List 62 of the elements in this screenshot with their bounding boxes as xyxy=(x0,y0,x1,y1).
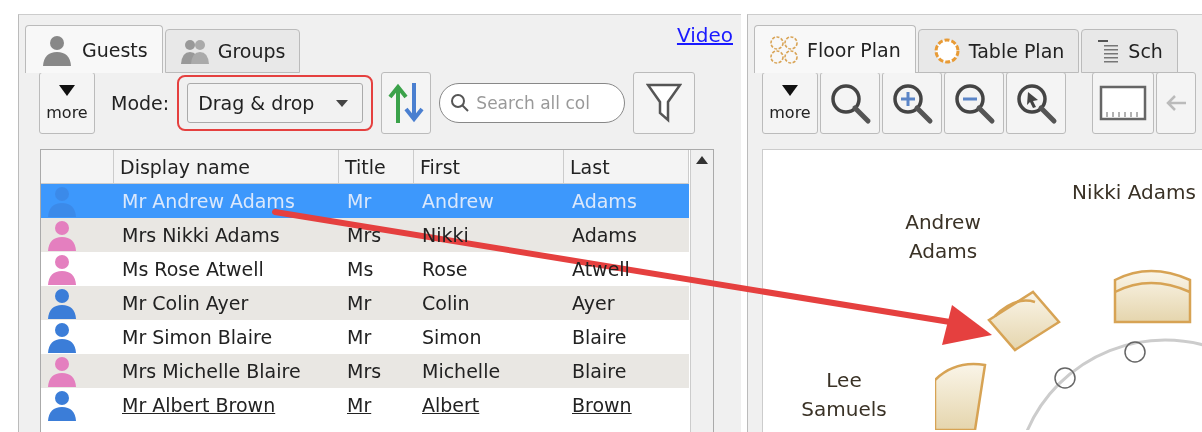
search-icon xyxy=(450,93,471,113)
sort-button[interactable] xyxy=(381,72,432,134)
table-cell: Andrew xyxy=(414,184,564,218)
tab[interactable]: Guests xyxy=(25,25,163,73)
person-icon xyxy=(45,286,79,320)
round-table-icon xyxy=(932,37,961,65)
person-icon xyxy=(45,388,79,422)
caret-icon xyxy=(336,99,349,107)
list-icon xyxy=(1096,38,1121,64)
ruler-icon xyxy=(1099,83,1147,123)
search-icon xyxy=(828,81,872,125)
table-cell: Mrs xyxy=(339,354,414,388)
more-button[interactable]: more xyxy=(39,72,95,134)
zoom-button[interactable] xyxy=(882,72,942,134)
table-cell: Michelle xyxy=(414,354,564,388)
table-cell: Adams xyxy=(564,184,689,218)
person-icon xyxy=(45,320,79,354)
zoom-selection-icon xyxy=(1014,81,1058,125)
zoom-button[interactable] xyxy=(1006,72,1066,134)
guest-name-label: Nikki Adams xyxy=(1071,179,1197,206)
filter-icon xyxy=(646,82,683,124)
guest-name-label: Andrew Adams xyxy=(904,209,982,265)
table-cell: Blaire xyxy=(564,354,689,388)
ruler-button[interactable] xyxy=(1092,72,1154,134)
zoom-button[interactable] xyxy=(944,72,1004,134)
zoom-out-icon xyxy=(952,81,996,125)
filter-button[interactable] xyxy=(633,72,696,134)
person-icon xyxy=(45,184,79,218)
person-icon xyxy=(45,218,79,252)
table-cell: Mr Andrew Adams xyxy=(114,184,339,218)
table-cell: Ayer xyxy=(564,286,689,320)
people-icon xyxy=(179,37,210,65)
caret-icon xyxy=(59,84,75,97)
table-cell: Colin xyxy=(414,286,564,320)
sort-arrows-icon xyxy=(387,81,426,125)
table-cell: Mr Colin Ayer xyxy=(114,286,339,320)
person-icon xyxy=(45,252,79,286)
table-cell: Adams xyxy=(564,218,689,252)
tab[interactable]: Groups xyxy=(164,29,301,73)
tab[interactable]: Floor Plan xyxy=(754,25,916,73)
column-header[interactable]: Display name xyxy=(114,150,339,184)
person-icon xyxy=(45,354,79,388)
table-cell: Mr xyxy=(339,184,414,218)
table-cell: Mrs Nikki Adams xyxy=(114,218,339,252)
tab[interactable]: Sch xyxy=(1081,29,1178,73)
video-link[interactable]: Video xyxy=(676,23,733,47)
guest-name-label: Lee Samuels xyxy=(800,367,888,423)
table-cell: Mr xyxy=(339,286,414,320)
table-cell: Mrs Michelle Blaire xyxy=(114,354,339,388)
more-button[interactable]: more xyxy=(762,72,818,134)
tab[interactable]: Table Plan xyxy=(917,29,1080,73)
caret-icon xyxy=(782,84,798,97)
column-header[interactable]: Title xyxy=(339,150,414,184)
mode-label: Mode: xyxy=(111,92,170,114)
search-field[interactable]: Search all col xyxy=(439,83,626,123)
scroll-up-icon[interactable] xyxy=(696,156,708,164)
column-header[interactable]: Last xyxy=(564,150,689,184)
tables-icon xyxy=(769,35,799,64)
column-header[interactable]: First xyxy=(414,150,564,184)
zoom-in-icon xyxy=(890,81,934,125)
zoom-button[interactable] xyxy=(820,72,880,134)
mode-dropdown[interactable]: Drag & drop xyxy=(187,83,364,123)
